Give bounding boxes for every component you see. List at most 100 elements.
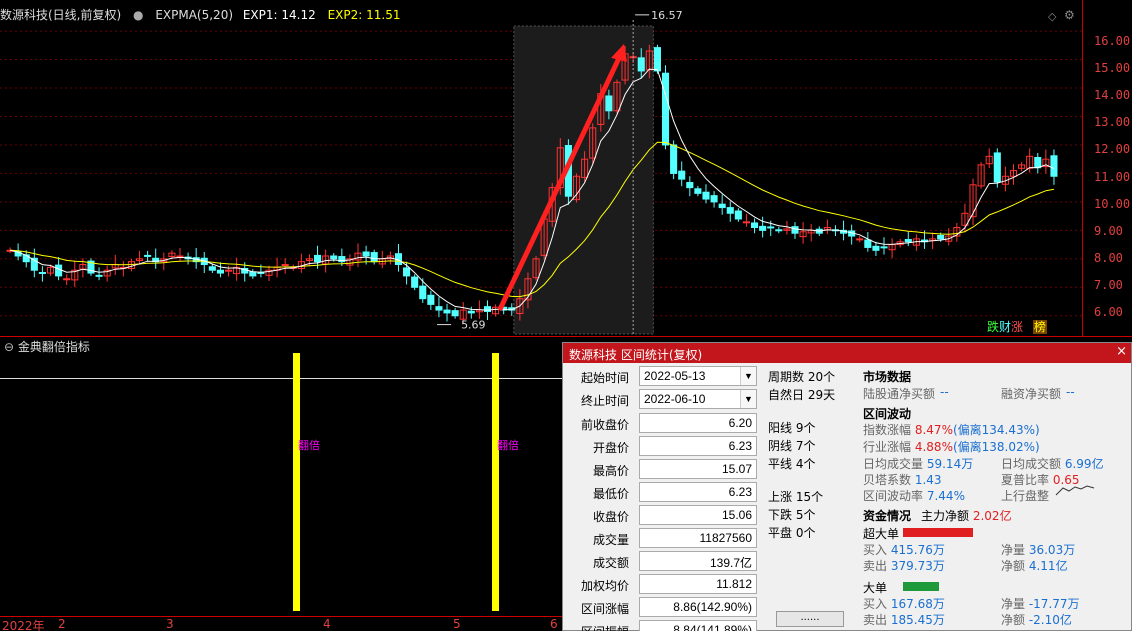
kline-canvas[interactable]: 16.57 5.69 xyxy=(0,0,1082,336)
badge-die[interactable]: 跌 xyxy=(987,320,999,334)
price-tick: 13.00 xyxy=(1094,115,1131,130)
xl-buy-row: 买入 415.76万 xyxy=(863,541,945,558)
candle xyxy=(904,238,912,243)
chart-settings-icon[interactable]: ⚙ xyxy=(1064,8,1075,22)
chart-header: 数源科技(日线,前复权) ● EXPMA(5,20) EXP1: 14.12 E… xyxy=(0,6,408,22)
price-tick: 8.00 xyxy=(1094,250,1123,265)
indicator-title: 金典翻倍指标 xyxy=(17,340,90,354)
field-value: 6.23 xyxy=(639,436,757,456)
avg-vol-value: 59.14万 xyxy=(926,457,974,471)
badge-zhang[interactable]: 涨 xyxy=(1011,320,1023,334)
more-button[interactable]: ...... xyxy=(776,611,844,627)
xl-net-amt-row: 净额 4.11亿 xyxy=(1001,557,1068,574)
candle xyxy=(451,310,459,317)
chevron-down-icon[interactable]: ▼ xyxy=(740,390,756,408)
collapse-icon[interactable]: ⊖ xyxy=(4,340,14,354)
candle xyxy=(403,267,411,277)
candle xyxy=(144,254,152,257)
candle xyxy=(370,252,378,263)
date-tick: 2022年 xyxy=(2,619,45,631)
xl-buy-value: 415.76万 xyxy=(890,543,945,557)
vol-rate-row: 区间波动率 7.44% xyxy=(863,487,965,504)
large-order-title: 大单 xyxy=(863,581,888,595)
candle xyxy=(726,207,734,214)
candle xyxy=(864,239,872,248)
index-label: 指数涨幅 xyxy=(863,423,912,437)
exp1-value: 14.12 xyxy=(281,8,316,22)
date-tick: 5 xyxy=(453,617,461,631)
index-rise-row: 指数涨幅 8.47%(偏离134.43%) xyxy=(863,421,1040,438)
exp2-value: 11.51 xyxy=(366,8,401,22)
xl-order-title: 超大单 xyxy=(863,527,900,541)
l-sell-row: 卖出 185.45万 xyxy=(863,611,945,628)
natural-days: 自然日 29天 xyxy=(768,388,836,402)
avg-amt-label: 日均成交额 xyxy=(1001,457,1062,471)
main-net-row: 主力净额 2.02亿 xyxy=(921,507,1012,524)
candle xyxy=(653,47,661,72)
gear-icon[interactable]: ● xyxy=(133,8,143,22)
candle xyxy=(427,294,435,305)
candle xyxy=(702,191,710,200)
indicator-name[interactable]: EXPMA(5,20) xyxy=(155,8,233,22)
dialog-titlebar[interactable]: 数源科技 区间统计(复权) × xyxy=(563,343,1131,363)
candle xyxy=(443,309,451,314)
industry-value: 4.88% xyxy=(914,440,953,454)
field-label: 最高价 xyxy=(592,464,629,478)
price-tick: 6.00 xyxy=(1094,305,1123,319)
badge-group[interactable]: 跌财涨 榜 xyxy=(987,318,1047,335)
exp1-label: EXP1: xyxy=(242,8,278,22)
candle xyxy=(767,226,775,229)
field-value: 6.23 xyxy=(639,482,757,502)
l-net-amt-row: 净额 -2.10亿 xyxy=(1001,611,1072,628)
candle xyxy=(95,274,103,277)
candle xyxy=(281,264,289,267)
diamond-icon[interactable]: ◇ xyxy=(1048,10,1056,23)
candle xyxy=(208,266,216,271)
l-net-vol-value: -17.77万 xyxy=(1028,597,1080,611)
badge-cai[interactable]: 财 xyxy=(999,320,1011,334)
vol-rate-value: 7.44% xyxy=(926,489,965,503)
candle xyxy=(419,285,427,300)
candle xyxy=(249,271,257,277)
large-order-bar xyxy=(903,582,939,591)
candle xyxy=(734,210,742,220)
price-tick: 12.00 xyxy=(1094,142,1131,157)
avg-amt-value: 6.99亿 xyxy=(1064,457,1104,471)
field-value: 6.20 xyxy=(639,413,757,433)
field-label: 区间涨幅 xyxy=(580,602,629,616)
indicator-title-group[interactable]: ⊖ 金典翻倍指标 xyxy=(4,338,90,355)
candle xyxy=(637,57,645,72)
end-date-picker[interactable]: 2022-06-10 ▼ xyxy=(639,389,757,409)
kline-chart[interactable]: 16.57 5.69 xyxy=(0,0,1132,336)
close-icon[interactable]: × xyxy=(1116,344,1127,359)
xl-sell-label: 卖出 xyxy=(863,559,888,573)
price-tick: 15.00 xyxy=(1094,61,1131,76)
candle xyxy=(55,264,63,277)
candle xyxy=(483,306,492,312)
volatility-title: 区间波动 xyxy=(863,407,912,421)
start-date-picker[interactable]: 2022-05-13 ▼ xyxy=(639,366,757,386)
industry-rise-row: 行业涨幅 4.88%(偏离138.02%) xyxy=(863,438,1040,455)
xl-order-bar xyxy=(903,528,973,537)
field-value: 8.84(141.89%) xyxy=(639,620,757,631)
interval-stats-dialog[interactable]: 数源科技 区间统计(复权) × 起始时间 2022-05-13 ▼ 终止时间 2… xyxy=(562,342,1132,631)
trend-sparkline xyxy=(1055,485,1095,496)
market-data-title: 市场数据 xyxy=(863,370,912,384)
chevron-down-icon[interactable]: ▼ xyxy=(740,367,756,385)
down-count: 下跌 5个 xyxy=(768,508,816,522)
stock-title: 数源科技(日线,前复权) xyxy=(0,8,122,22)
l-net-amt-label: 净额 xyxy=(1001,613,1026,627)
signal-label: 翻倍 xyxy=(497,439,519,452)
candle xyxy=(670,144,678,174)
candle xyxy=(791,226,799,234)
l-buy-label: 买入 xyxy=(863,597,888,611)
candle xyxy=(750,222,759,229)
date-tick: 2 xyxy=(58,617,66,631)
avg-vol-label: 日均成交量 xyxy=(863,457,924,471)
price-tick: 14.00 xyxy=(1094,88,1131,103)
date-tick: 6 xyxy=(550,617,558,631)
high-marker: 16.57 xyxy=(651,9,683,22)
candle xyxy=(759,225,767,231)
candle xyxy=(38,271,46,274)
badge-bang[interactable]: 榜 xyxy=(1032,320,1047,334)
